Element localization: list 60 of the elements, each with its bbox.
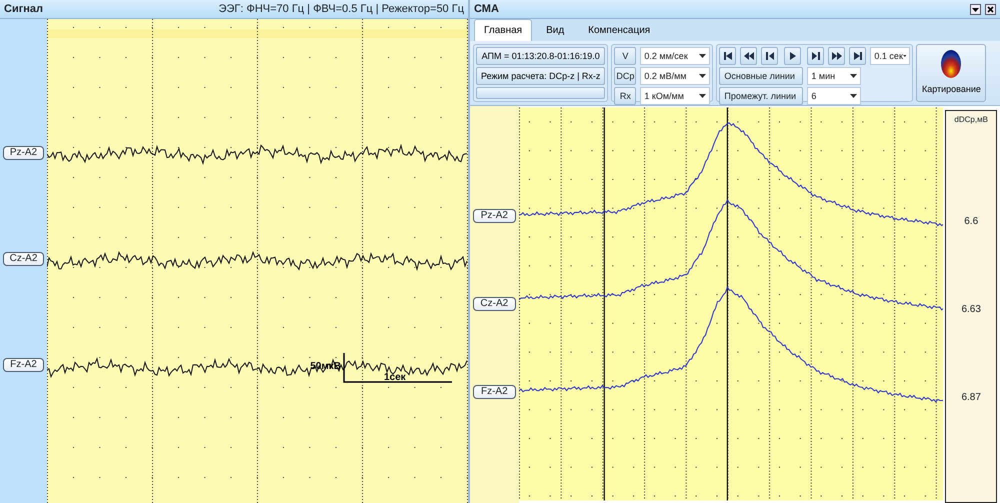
channel-label[interactable]: Fz-A2 <box>473 385 516 399</box>
channel-label[interactable]: Pz-A2 <box>473 209 516 223</box>
channel-label[interactable]: Pz-A2 <box>3 146 44 160</box>
channel-label[interactable]: Cz-A2 <box>3 252 44 266</box>
tab[interactable]: Главная <box>474 19 532 41</box>
caret-icon <box>850 74 858 78</box>
caret-icon <box>850 94 858 98</box>
channel-label[interactable]: Cz-A2 <box>473 297 516 311</box>
scale-time: 1сек <box>384 372 406 383</box>
rewind-icon <box>742 50 755 62</box>
dropdown[interactable]: 0.2 мм/сек <box>640 47 710 65</box>
fast-forward-icon <box>830 50 843 62</box>
skip-to-end-icon <box>852 50 864 62</box>
lines-label: Основные линии <box>719 67 804 85</box>
rewind-button[interactable] <box>740 47 758 65</box>
caret-icon <box>902 54 906 58</box>
mapping-button[interactable]: Картирование <box>916 44 986 102</box>
skip-to-start-icon <box>722 50 734 62</box>
step-back-button[interactable] <box>761 47 778 65</box>
tab[interactable]: Вид <box>536 19 574 41</box>
param-label: V <box>614 47 636 65</box>
dropdown-value: 1 мин <box>811 70 836 83</box>
caret-icon <box>699 74 706 78</box>
filter-info: ЭЭГ: ФНЧ=70 Гц | ФВЧ=0.5 Гц | Режектор=50 Гц <box>218 2 464 17</box>
head-map-icon <box>940 49 962 79</box>
dropdown-value: 1 кОм/мм <box>644 90 684 103</box>
caret-icon <box>699 94 706 98</box>
param-label: Rx <box>614 87 636 105</box>
mapping-label: Картирование <box>922 83 981 96</box>
dropdown[interactable]: 0.1 сек <box>870 47 910 65</box>
dropdown-value: 0.2 мВ/мм <box>644 70 686 83</box>
dropdown[interactable]: 6 <box>807 87 862 105</box>
apm-button[interactable]: АПМ = 01:13:20.8-01:16:19.0 <box>476 47 606 65</box>
skip-to-start-button[interactable] <box>719 47 736 65</box>
fast-forward-button[interactable] <box>828 47 846 65</box>
value-header: dDCp,мВ <box>953 114 989 126</box>
dropdown[interactable]: 1 мин <box>807 67 862 85</box>
caret-icon <box>699 54 706 58</box>
panel-title: СМА <box>474 2 499 17</box>
lines-label: Промежут. линии <box>719 87 804 105</box>
dropdown-value: 0.2 мм/сек <box>644 50 688 63</box>
skip-to-end-button[interactable] <box>849 47 866 65</box>
close-icon[interactable] <box>985 4 996 14</box>
channel-label[interactable]: Fz-A2 <box>3 358 44 372</box>
dropdown[interactable]: 1 кОм/мм <box>640 87 710 105</box>
dropdown-value: 0.1 сек <box>874 50 903 63</box>
step-forward-icon <box>810 50 822 62</box>
play-button[interactable] <box>784 47 802 65</box>
channel-value: 6.6 <box>963 215 980 229</box>
dropdown[interactable]: 0.2 мВ/мм <box>640 67 710 85</box>
dropdown-value: 6 <box>811 90 816 103</box>
panel-title: Сигнал <box>4 2 44 17</box>
mode-button[interactable]: Режим расчета: DCp-z | Rx-z <box>476 67 606 85</box>
channel-value: 6.63 <box>960 303 982 317</box>
step-back-icon <box>764 50 776 62</box>
tab[interactable]: Компенсация <box>578 19 660 41</box>
param-label: DCp <box>614 67 636 85</box>
dropdown-icon[interactable] <box>970 4 981 14</box>
step-forward-button[interactable] <box>807 47 824 65</box>
channel-value: 6.87 <box>960 391 982 405</box>
